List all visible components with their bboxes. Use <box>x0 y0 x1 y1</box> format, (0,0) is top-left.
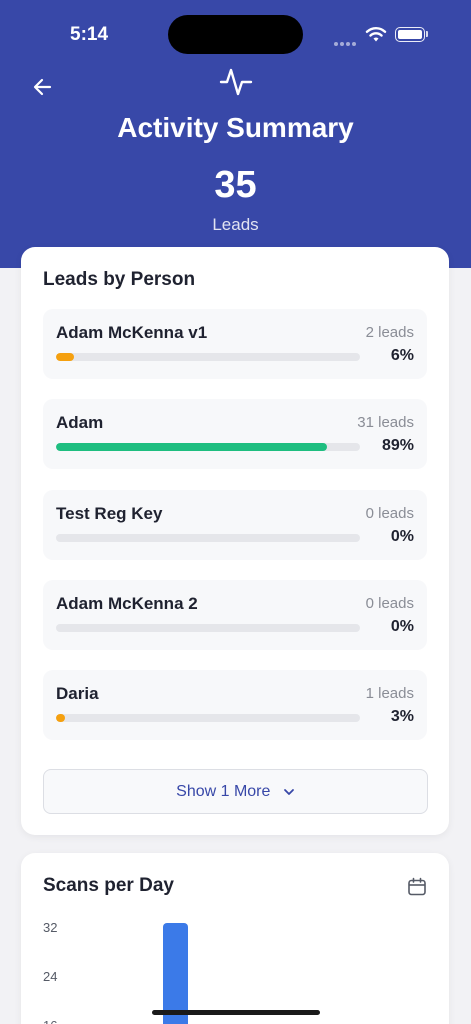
person-name: Test Reg Key <box>56 504 163 523</box>
cellular-signal-icon <box>334 33 358 46</box>
y-tick-label: 32 <box>43 920 58 935</box>
calendar-icon[interactable] <box>407 877 427 897</box>
person-percentage: 89% <box>381 437 414 454</box>
total-leads-value: 35 <box>214 164 257 206</box>
status-time: 5:14 <box>70 24 109 45</box>
person-row[interactable]: Daria 1 leads 3% <box>43 670 427 740</box>
person-row[interactable]: Adam McKenna 2 0 leads 0% <box>43 580 427 650</box>
person-name: Daria <box>56 684 99 703</box>
leads-by-person-card: Leads by Person Adam McKenna v1 2 leads 6%… <box>21 247 449 835</box>
person-lead-count: 2 leads <box>365 324 414 341</box>
page-title: Activity Summary <box>117 112 354 143</box>
person-row[interactable]: Adam McKenna v1 2 leads 6% <box>43 309 427 379</box>
progress-bar <box>56 714 66 722</box>
person-percentage: 3% <box>390 708 414 725</box>
person-name: Adam <box>56 413 104 432</box>
person-percentage: 0% <box>390 528 414 545</box>
back-arrow-icon[interactable] <box>30 74 56 100</box>
battery-icon <box>395 27 425 42</box>
show-more-button[interactable]: Show 1 More <box>43 769 428 814</box>
person-lead-count: 0 leads <box>365 595 414 612</box>
y-tick-label: 24 <box>43 969 58 984</box>
progress-track <box>56 443 360 451</box>
progress-bar <box>56 353 75 361</box>
chevron-down-icon <box>283 788 294 795</box>
person-row[interactable]: Test Reg Key 0 leads 0% <box>43 490 427 560</box>
header: 5:14 Activity Summary 35 Leads <box>0 0 471 268</box>
progress-track <box>56 624 360 632</box>
home-indicator[interactable] <box>152 1010 320 1015</box>
person-lead-count: 31 leads <box>357 414 414 431</box>
person-name: Adam McKenna 2 <box>56 594 198 613</box>
show-more-label: Show 1 More <box>176 783 271 800</box>
progress-track <box>56 714 360 722</box>
dynamic-island <box>168 15 303 54</box>
y-tick-label: 16 <box>43 1018 57 1024</box>
progress-track <box>56 353 360 361</box>
person-name: Adam McKenna v1 <box>56 323 208 342</box>
scans-bar <box>163 923 188 1024</box>
leads-by-person-title: Leads by Person <box>43 269 196 290</box>
progress-bar <box>56 443 327 451</box>
total-leads-label: Leads <box>212 215 259 234</box>
person-lead-count: 0 leads <box>365 505 414 522</box>
person-row[interactable]: Adam 31 leads 89% <box>43 399 427 469</box>
person-percentage: 0% <box>390 618 414 635</box>
scans-per-day-card: Scans per Day 32 24 16 <box>21 853 449 1024</box>
battery-tip <box>426 31 428 37</box>
wifi-icon <box>365 27 387 42</box>
person-percentage: 6% <box>390 347 414 364</box>
scans-per-day-title: Scans per Day <box>43 875 174 896</box>
progress-track <box>56 534 360 542</box>
person-lead-count: 1 leads <box>365 685 414 702</box>
activity-pulse-icon <box>219 68 253 96</box>
